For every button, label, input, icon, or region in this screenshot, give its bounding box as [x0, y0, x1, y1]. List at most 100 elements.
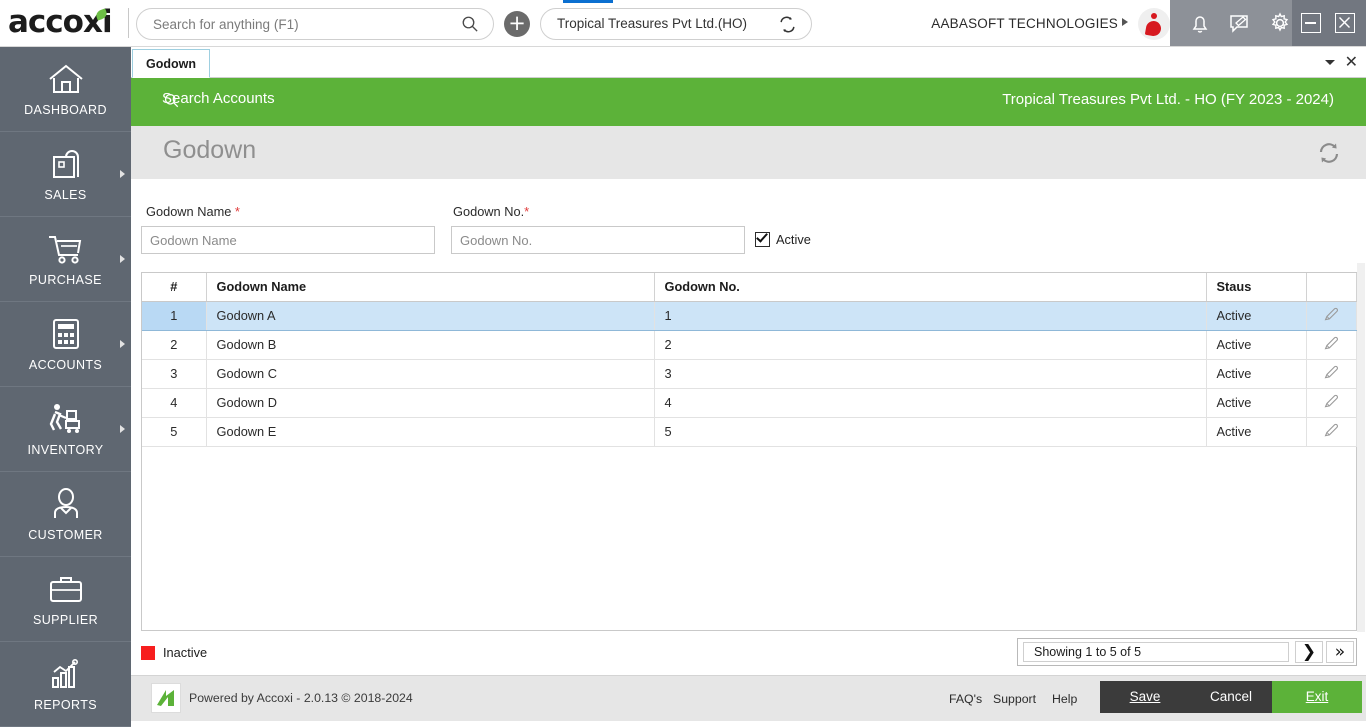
- sidebar-item-label: SALES: [0, 188, 131, 202]
- green-header-bar: Search Accounts Tropical Treasures Pvt L…: [131, 78, 1366, 126]
- swap-icon[interactable]: [778, 15, 797, 34]
- avatar-drop-large: [1145, 20, 1162, 37]
- godown-name-label: Godown Name *: [146, 204, 240, 219]
- cell-godown-no: 5: [654, 417, 1206, 446]
- table-row[interactable]: 3 Godown C 3 Active: [142, 359, 1356, 388]
- logo-text: accoxi: [8, 4, 112, 40]
- window-controls: [1292, 0, 1366, 46]
- bell-icon[interactable]: [1188, 11, 1212, 35]
- pencil-icon: [1323, 393, 1340, 410]
- table-row[interactable]: 4 Godown D 4 Active: [142, 388, 1356, 417]
- message-icon[interactable]: [1228, 11, 1252, 35]
- table-header: # Godown Name Godown No. Staus: [142, 273, 1356, 301]
- table-row[interactable]: 5 Godown E 5 Active: [142, 417, 1356, 446]
- minimize-button[interactable]: [1301, 13, 1321, 33]
- next-page-button[interactable]: ❯: [1295, 641, 1323, 663]
- faq-link[interactable]: FAQ's: [949, 692, 982, 706]
- cell-index: 5: [142, 417, 206, 446]
- cell-godown-no: 3: [654, 359, 1206, 388]
- pagination-bar: Showing 1 to 5 of 5 ❯ »: [1017, 638, 1357, 666]
- tab-godown[interactable]: Godown: [132, 49, 210, 78]
- edit-row-button[interactable]: [1306, 330, 1356, 359]
- sidebar-item-reports[interactable]: REPORTS: [0, 642, 131, 727]
- shopping-bag-icon: [0, 146, 131, 182]
- sidebar-item-sales[interactable]: SALES: [0, 132, 131, 217]
- active-checkbox-label: Active: [776, 232, 811, 247]
- save-button[interactable]: Save: [1100, 681, 1190, 713]
- sidebar-item-dashboard[interactable]: DASHBOARD: [0, 47, 131, 132]
- sidebar: DASHBOARD SALES: [0, 47, 131, 727]
- refresh-icon[interactable]: [1314, 138, 1344, 168]
- exit-button[interactable]: Exit: [1272, 681, 1362, 713]
- search-input[interactable]: [153, 9, 453, 39]
- shopping-cart-icon: [0, 231, 131, 267]
- table-body: 1 Godown A 1 Active 2 Godown B 2 A: [142, 301, 1356, 446]
- help-link[interactable]: Help: [1052, 692, 1077, 706]
- home-icon: [0, 61, 131, 97]
- sidebar-item-accounts[interactable]: ACCOUNTS: [0, 302, 131, 387]
- exit-button-label: Exit: [1306, 689, 1329, 704]
- chevron-right-icon: [120, 340, 125, 348]
- edit-row-button[interactable]: [1306, 301, 1356, 330]
- branch-selector[interactable]: Tropical Treasures Pvt Ltd.(HO): [540, 8, 812, 40]
- chevron-down-icon[interactable]: [1325, 60, 1335, 65]
- top-icon-strip: 99+: [1170, 0, 1292, 46]
- required-asterisk: *: [524, 204, 529, 219]
- edit-row-button[interactable]: [1306, 417, 1356, 446]
- godown-no-label-text: Godown No.: [453, 204, 524, 219]
- cell-status: Active: [1206, 417, 1306, 446]
- calculator-icon: [0, 316, 131, 352]
- godown-name-input[interactable]: [141, 226, 435, 254]
- cancel-button[interactable]: Cancel: [1186, 681, 1276, 713]
- check-icon: [756, 230, 768, 242]
- tab-strip: Godown ✕: [131, 47, 1366, 78]
- branch-label: Tropical Treasures Pvt Ltd.(HO): [557, 16, 747, 31]
- sidebar-item-label: PURCHASE: [0, 273, 131, 287]
- search-icon[interactable]: [461, 15, 479, 33]
- last-page-button[interactable]: »: [1326, 641, 1354, 663]
- chevron-right-icon[interactable]: [1122, 18, 1128, 26]
- sidebar-item-purchase[interactable]: PURCHASE: [0, 217, 131, 302]
- gear-icon[interactable]: [1268, 11, 1292, 35]
- avatar-drop-small: [1151, 13, 1157, 19]
- sidebar-item-label: CUSTOMER: [0, 528, 131, 542]
- godown-no-label: Godown No.*: [453, 204, 529, 219]
- chevron-right-icon: [120, 425, 125, 433]
- sidebar-item-supplier[interactable]: SUPPLIER: [0, 557, 131, 642]
- column-header-status: Staus: [1206, 273, 1306, 301]
- sidebar-item-label: ACCOUNTS: [0, 358, 131, 372]
- column-header-actions: [1306, 273, 1356, 301]
- checkbox-box: [755, 232, 770, 247]
- edit-row-button[interactable]: [1306, 359, 1356, 388]
- close-window-button[interactable]: [1335, 13, 1355, 33]
- close-icon[interactable]: ✕: [1345, 53, 1358, 71]
- pencil-icon: [1323, 364, 1340, 381]
- godown-no-input[interactable]: [451, 226, 745, 254]
- godown-table-wrapper: # Godown Name Godown No. Staus 1 Godown …: [141, 272, 1357, 631]
- add-new-button[interactable]: +: [504, 11, 530, 37]
- search-accounts-button[interactable]: Search Accounts: [162, 90, 275, 107]
- avatar[interactable]: [1138, 8, 1170, 40]
- cell-godown-name: Godown E: [206, 417, 654, 446]
- forklift-icon: [0, 401, 131, 437]
- cell-godown-name: Godown A: [206, 301, 654, 330]
- cell-godown-no: 4: [654, 388, 1206, 417]
- cell-index: 2: [142, 330, 206, 359]
- global-search-box[interactable]: [136, 8, 494, 40]
- company-name[interactable]: AABASOFT TECHNOLOGIES: [931, 16, 1118, 31]
- column-header-no: Godown No.: [654, 273, 1206, 301]
- sidebar-item-customer[interactable]: CUSTOMER: [0, 472, 131, 557]
- sidebar-item-label: DASHBOARD: [0, 103, 131, 117]
- edit-row-button[interactable]: [1306, 388, 1356, 417]
- sidebar-item-inventory[interactable]: INVENTORY: [0, 387, 131, 472]
- table-row[interactable]: 1 Godown A 1 Active: [142, 301, 1356, 330]
- pencil-icon: [1323, 335, 1340, 352]
- godown-name-label-text: Godown Name: [146, 204, 231, 219]
- legend-color-swatch: [141, 646, 155, 660]
- support-link[interactable]: Support: [993, 692, 1036, 706]
- cell-status: Active: [1206, 359, 1306, 388]
- table-row[interactable]: 2 Godown B 2 Active: [142, 330, 1356, 359]
- godown-table: # Godown Name Godown No. Staus 1 Godown …: [142, 273, 1357, 447]
- top-bar: accoxi + Tropical Treasures Pvt Ltd.(HO)…: [0, 0, 1366, 47]
- table-scrollbar[interactable]: [1357, 263, 1365, 632]
